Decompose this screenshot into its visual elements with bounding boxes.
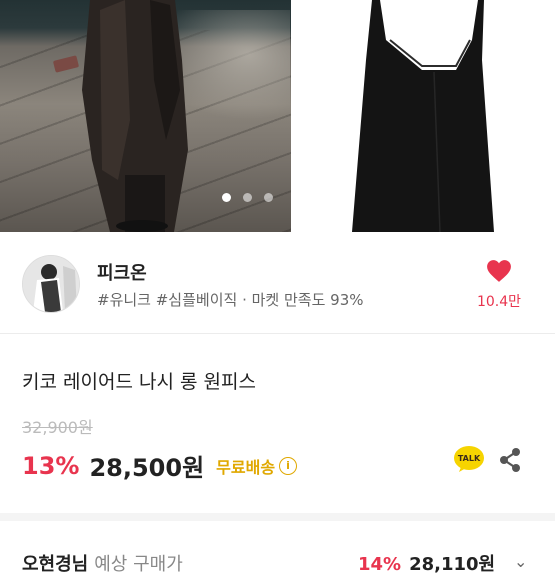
original-price: 32,900원 — [22, 418, 93, 437]
model-figure — [82, 0, 188, 232]
expected-price-sub: 예상 구매가 — [94, 554, 183, 575]
expected-price-band[interactable]: 오현경님 예상 구매가 14% 28,110원 ⌄ — [0, 513, 555, 575]
product-photo-flat[interactable] — [294, 0, 555, 232]
heart-icon — [487, 260, 511, 282]
gallery-page-indicator — [222, 193, 273, 202]
expected-price: 14% 28,110원 — [358, 550, 495, 576]
dress-illustration — [352, 0, 494, 232]
free-shipping-badge: 무료배송 — [216, 457, 276, 477]
info-icon[interactable]: i — [279, 456, 298, 475]
page-dot[interactable] — [243, 193, 252, 202]
discount-rate: 13% — [22, 451, 80, 480]
kakao-talk-icon[interactable]: TALK — [453, 445, 485, 473]
user-name: 오현경님 — [22, 554, 89, 575]
expected-discount-rate: 14% — [358, 554, 402, 575]
product-image-gallery[interactable] — [0, 0, 555, 232]
price-row: 13% 28,500원 무료배송 i — [22, 448, 298, 483]
page-dot[interactable] — [264, 193, 273, 202]
like-count: 10.4만 — [476, 294, 522, 310]
expected-price-value: 28,110원 — [409, 554, 496, 575]
like-button[interactable]: 10.4만 — [469, 259, 529, 311]
seller-section[interactable]: 피크온 #유니크 #심플베이직 · 마켓 만족도 93% 10.4만 — [0, 255, 555, 315]
shop-tags: #유니크 #심플베이직 · 마켓 만족도 93% — [97, 291, 364, 309]
share-icon[interactable] — [498, 447, 522, 473]
sale-price: 28,500원 — [89, 454, 205, 482]
divider — [0, 333, 555, 334]
avatar-image — [23, 256, 79, 312]
expected-price-label: 오현경님 예상 구매가 — [22, 550, 183, 576]
shop-name[interactable]: 피크온 — [97, 259, 147, 285]
page-dot[interactable] — [222, 193, 231, 202]
product-title: 키코 레이어드 나시 롱 원피스 — [22, 371, 256, 393]
product-photo-model[interactable] — [0, 0, 291, 232]
seller-avatar[interactable] — [22, 255, 80, 313]
talk-label: TALK — [458, 454, 481, 463]
